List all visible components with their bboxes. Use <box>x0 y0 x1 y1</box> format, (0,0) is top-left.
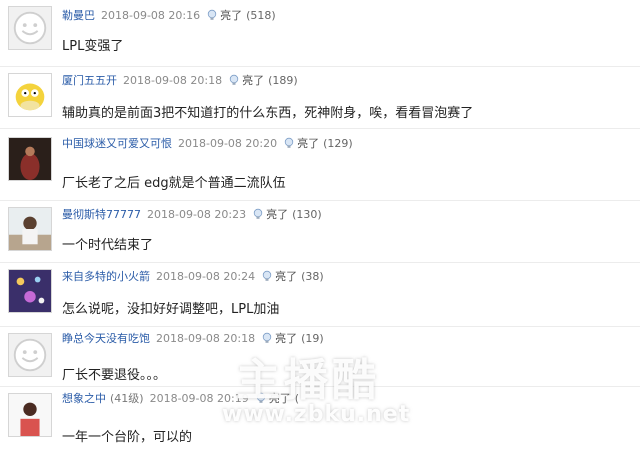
comment-text: 一个时代结束了 <box>62 238 154 253</box>
like-button[interactable]: 亮了 <box>206 7 242 25</box>
comment-meta: 厦门五五开 2018-09-08 20:18 亮了 (189) <box>62 72 298 90</box>
like-label: 亮了 <box>220 9 243 22</box>
username-link[interactable]: 勒曼巴 <box>62 9 95 22</box>
like-button[interactable]: 亮了 <box>228 72 264 90</box>
like-label: 亮了 <box>297 137 320 150</box>
comment-item: 曼彻斯特77777 2018-09-08 20:23 亮了 (130) 一个时代结束了 <box>0 200 640 263</box>
like-button[interactable]: 亮了 <box>261 330 297 348</box>
lights-photo-avatar[interactable] <box>8 269 52 313</box>
comment-text: LPL变强了 <box>62 39 124 54</box>
girl-photo-avatar[interactable] <box>8 207 52 251</box>
like-label: 亮了 <box>275 270 298 283</box>
comment-meta: 曼彻斯特77777 2018-09-08 20:23 亮了 (130) <box>62 206 322 224</box>
lightbulb-icon <box>206 9 218 21</box>
comment-time: 2018-09-08 20:24 <box>156 270 256 283</box>
comment-time: 2018-09-08 20:18 <box>123 74 223 87</box>
like-count: (130) <box>292 208 322 221</box>
lightbulb-icon <box>283 137 295 149</box>
woman-photo-avatar[interactable] <box>8 393 52 437</box>
comment-item: 厦门五五开 2018-09-08 20:18 亮了 (189) 辅助真的是前面3把不知… <box>0 66 640 129</box>
comment-item: 来自多特的小火箭 2018-09-08 20:24 亮了 (38) 怎么说呢，没扣好好… <box>0 262 640 327</box>
user-level: (41级) <box>110 392 144 405</box>
lightbulb-icon <box>228 74 240 86</box>
lightbulb-icon <box>261 332 273 344</box>
comment-feed: 勒曼巴 2018-09-08 20:16 亮了 (518) LPL变强了 厦门五五开 2… <box>0 0 640 450</box>
comment-time: 2018-09-08 20:16 <box>101 9 201 22</box>
comment-text: 一年一个台阶，可以的 <box>62 430 193 445</box>
comment-meta: 来自多特的小火箭 2018-09-08 20:24 亮了 (38) <box>62 268 324 286</box>
username-link[interactable]: 睁总今天没有吃饱 <box>62 332 150 345</box>
username-link[interactable]: 曼彻斯特77777 <box>62 208 141 221</box>
comment-text: 厂长不要退役。。。 <box>62 368 167 383</box>
comment-meta: 勒曼巴 2018-09-08 20:16 亮了 (518) <box>62 7 276 25</box>
like-label: 亮了 <box>242 74 265 87</box>
comment-meta: 中国球迷又可爱又可恨 2018-09-08 20:20 亮了 (129) <box>62 135 353 153</box>
like-count: (129) <box>323 137 353 150</box>
comment-item: 勒曼巴 2018-09-08 20:16 亮了 (518) LPL变强了 <box>0 0 640 66</box>
lightbulb-icon <box>255 392 267 404</box>
psyduck-avatar[interactable] <box>8 73 52 117</box>
comment-time: 2018-09-08 20:18 <box>156 332 256 345</box>
like-button[interactable]: 亮了 <box>261 268 297 286</box>
lightbulb-icon <box>252 208 264 220</box>
username-link[interactable]: 中国球迷又可爱又可恨 <box>62 137 172 150</box>
like-button[interactable]: 亮了 <box>283 135 319 153</box>
comment-time: 2018-09-08 20:23 <box>147 208 247 221</box>
comment-time: 2018-09-08 20:20 <box>178 137 278 150</box>
comment-item: 想象之中 (41级) 2018-09-08 20:19 亮了( 一年一个台阶，可以的 <box>0 386 640 451</box>
like-label: 亮了 <box>275 332 298 345</box>
comment-text: 怎么说呢，没扣好好调整吧，LPL加油 <box>62 302 280 317</box>
comment-item: 睁总今天没有吃饱 2018-09-08 20:18 亮了 (19) 厂长不要退役。。。 <box>0 326 640 387</box>
default-avatar-icon[interactable] <box>8 333 52 377</box>
like-label: 亮了 <box>268 392 291 405</box>
like-count: (19) <box>301 332 324 345</box>
like-count: (189) <box>268 74 298 87</box>
comment-text: 辅助真的是前面3把不知道打的什么东西，死神附身，唉，看看冒泡赛了 <box>62 106 474 121</box>
default-avatar-icon[interactable] <box>8 6 52 50</box>
like-button[interactable]: 亮了 <box>255 390 291 408</box>
comment-meta: 想象之中 (41级) 2018-09-08 20:19 亮了( <box>62 390 299 408</box>
comment-meta: 睁总今天没有吃饱 2018-09-08 20:18 亮了 (19) <box>62 330 324 348</box>
comment-item: 中国球迷又可爱又可恨 2018-09-08 20:20 亮了 (129) 厂长老了之后… <box>0 128 640 201</box>
username-link[interactable]: 想象之中 <box>62 392 106 405</box>
figure-photo-avatar[interactable] <box>8 137 52 181</box>
like-count: (518) <box>246 9 276 22</box>
username-link[interactable]: 来自多特的小火箭 <box>62 270 150 283</box>
comment-time: 2018-09-08 20:19 <box>149 392 249 405</box>
like-label: 亮了 <box>266 208 289 221</box>
like-count: ( <box>294 392 300 405</box>
username-link[interactable]: 厦门五五开 <box>62 74 117 87</box>
like-count: (38) <box>301 270 324 283</box>
comment-text: 厂长老了之后 edg就是个普通二流队伍 <box>62 176 286 191</box>
lightbulb-icon <box>261 270 273 282</box>
like-button[interactable]: 亮了 <box>252 206 288 224</box>
